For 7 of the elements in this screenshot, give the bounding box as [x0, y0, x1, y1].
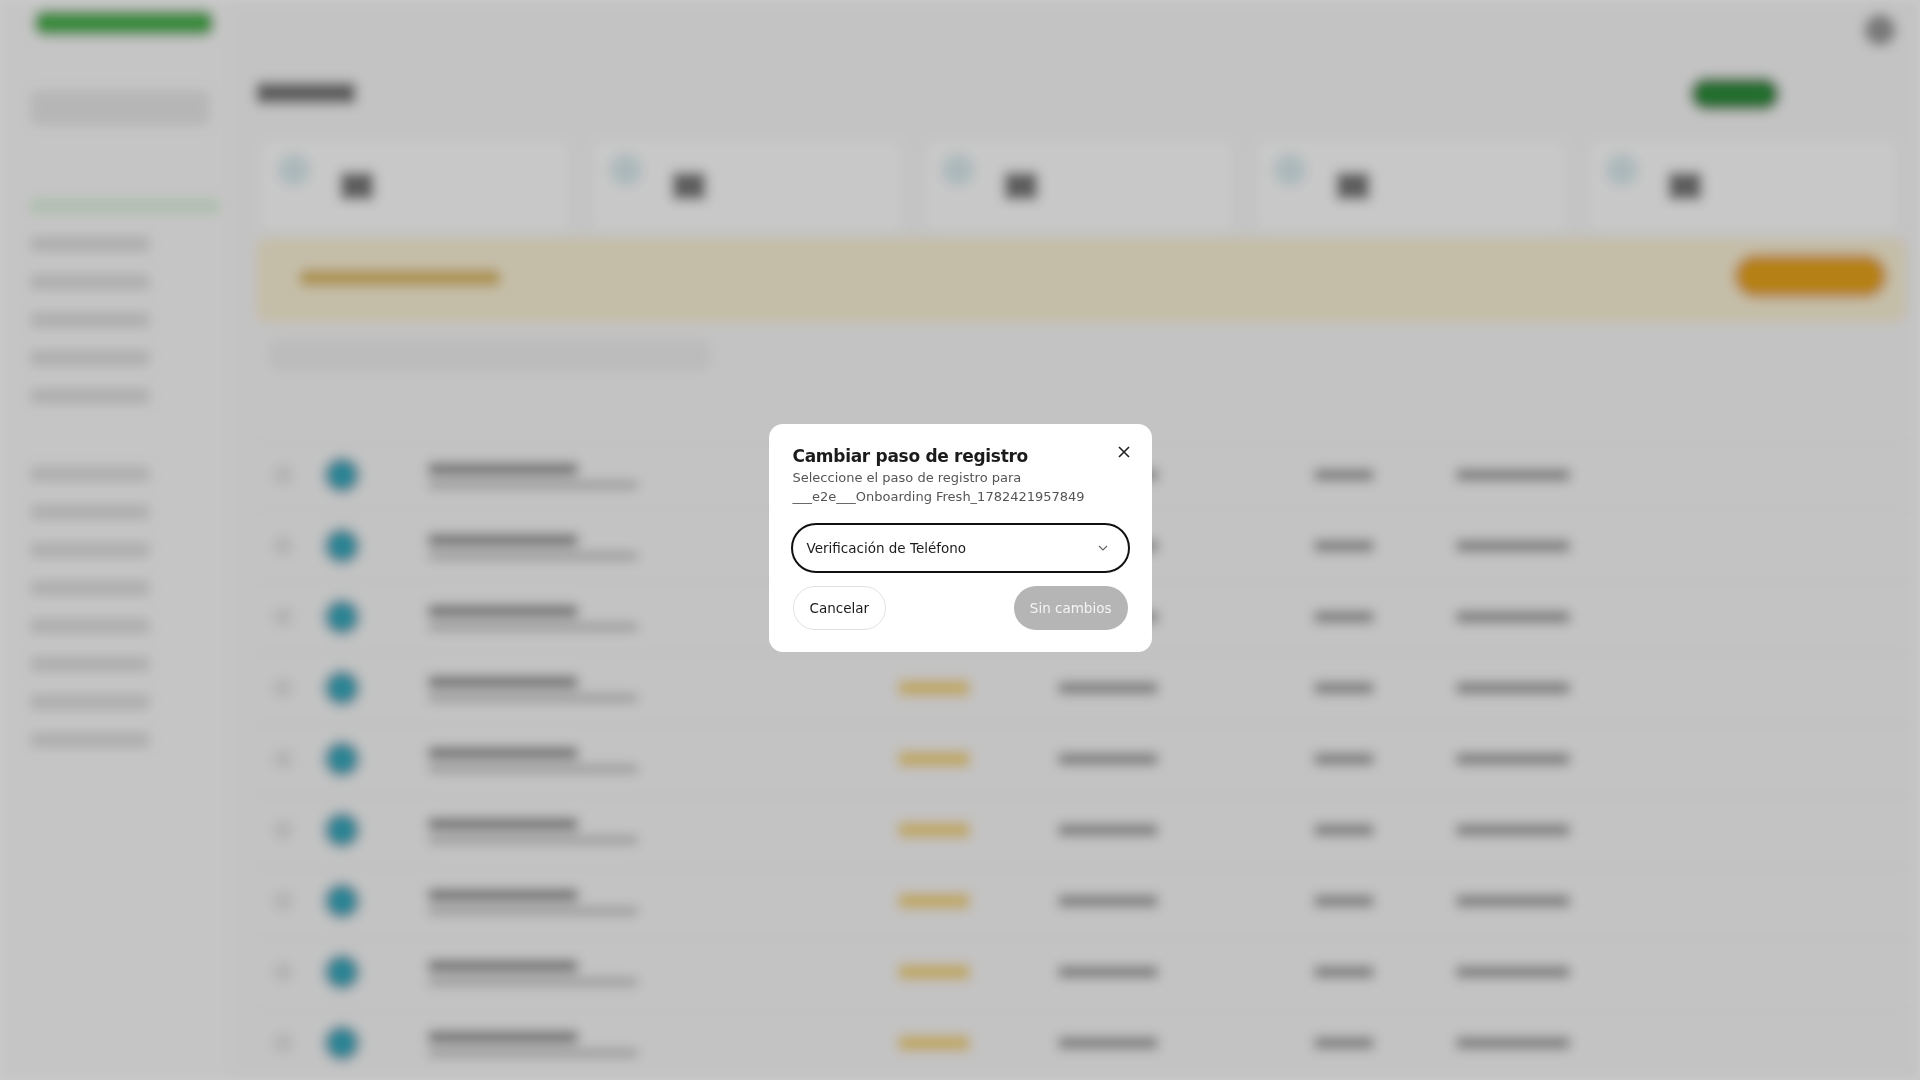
chevron-down-icon: [1097, 545, 1108, 551]
dialog-description: Seleccione el paso de registro para: [792, 469, 1023, 487]
step-select[interactable]: Verificación de Teléfono: [790, 523, 1130, 573]
dialog-title: Cambiar paso de registro: [792, 446, 1028, 466]
cancel-button[interactable]: Cancelar: [792, 586, 887, 630]
close-icon[interactable]: [1115, 444, 1132, 460]
subject-name: ___e2e___Onboarding Fresh_1782421957849: [792, 488, 1086, 506]
